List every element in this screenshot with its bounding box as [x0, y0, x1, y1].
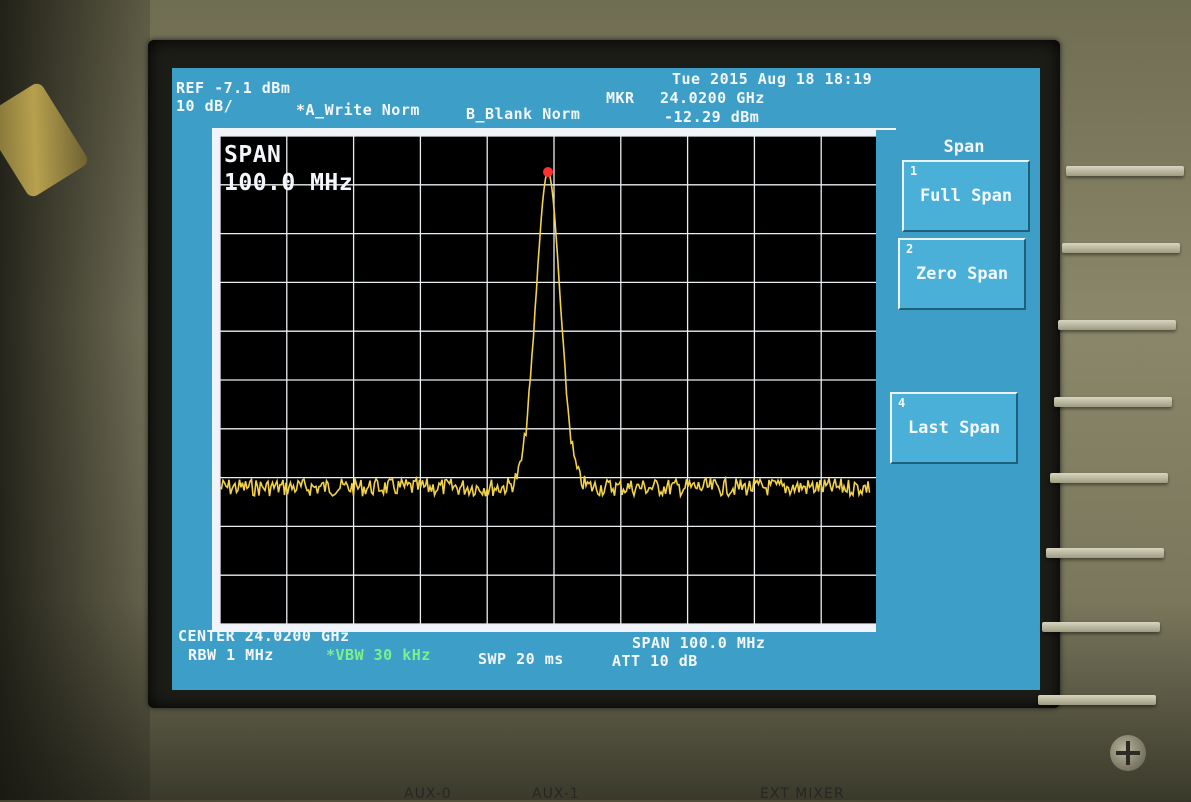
center-frequency: CENTER 24.0200 GHz: [178, 627, 350, 645]
trace-a-mode: *A_Write Norm: [296, 101, 420, 119]
plot-frame: [212, 128, 896, 632]
span-title: SPAN: [224, 142, 282, 168]
peak-marker: [543, 167, 553, 177]
scale-per-div: 10 dB/: [176, 97, 234, 115]
marker-label: MKR: [606, 89, 635, 107]
hardware-key-5[interactable]: [1050, 473, 1168, 483]
softkey-menu-title: Span: [943, 137, 985, 157]
zero-span-softkey[interactable]: 2 Zero Span: [898, 238, 1026, 310]
last-span-softkey[interactable]: 4 Last Span: [890, 392, 1018, 464]
spectrum-plot: [219, 135, 889, 625]
span-value: 100.0 MHz: [224, 170, 354, 196]
full-span-softkey[interactable]: 1 Full Span: [902, 160, 1030, 232]
span-footer: SPAN 100.0 MHz: [632, 634, 766, 652]
softkey-number: 4: [898, 396, 906, 410]
hardware-key-1[interactable]: [1066, 166, 1184, 176]
rbw: RBW 1 MHz: [188, 646, 274, 664]
hardware-key-8[interactable]: [1038, 695, 1156, 705]
marker-level: -12.29 dBm: [664, 108, 760, 126]
softkey-number: 1: [910, 164, 918, 178]
screw-slot: [1126, 741, 1130, 765]
hardware-key-6[interactable]: [1046, 548, 1164, 558]
ref-level: REF -7.1 dBm: [176, 79, 291, 97]
hardware-key-2[interactable]: [1062, 243, 1180, 253]
hardware-key-7[interactable]: [1042, 622, 1160, 632]
hardware-key-4[interactable]: [1054, 397, 1172, 407]
hardware-key-3[interactable]: [1058, 320, 1176, 330]
datetime: Tue 2015 Aug 18 18:19: [672, 70, 873, 88]
softkey-label: Zero Span: [915, 264, 1009, 284]
attenuation: ATT 10 dB: [612, 652, 698, 670]
softkey-label: Last Span: [907, 418, 1001, 438]
marker-frequency: 24.0200 GHz: [660, 89, 765, 107]
softkey-number: 2: [906, 242, 914, 256]
sweep-time: SWP 20 ms: [478, 650, 564, 668]
softkey-label: Full Span: [919, 186, 1013, 206]
trace-b-mode: B_Blank Norm: [466, 105, 581, 123]
vbw: *VBW 30 kHz: [326, 646, 431, 664]
